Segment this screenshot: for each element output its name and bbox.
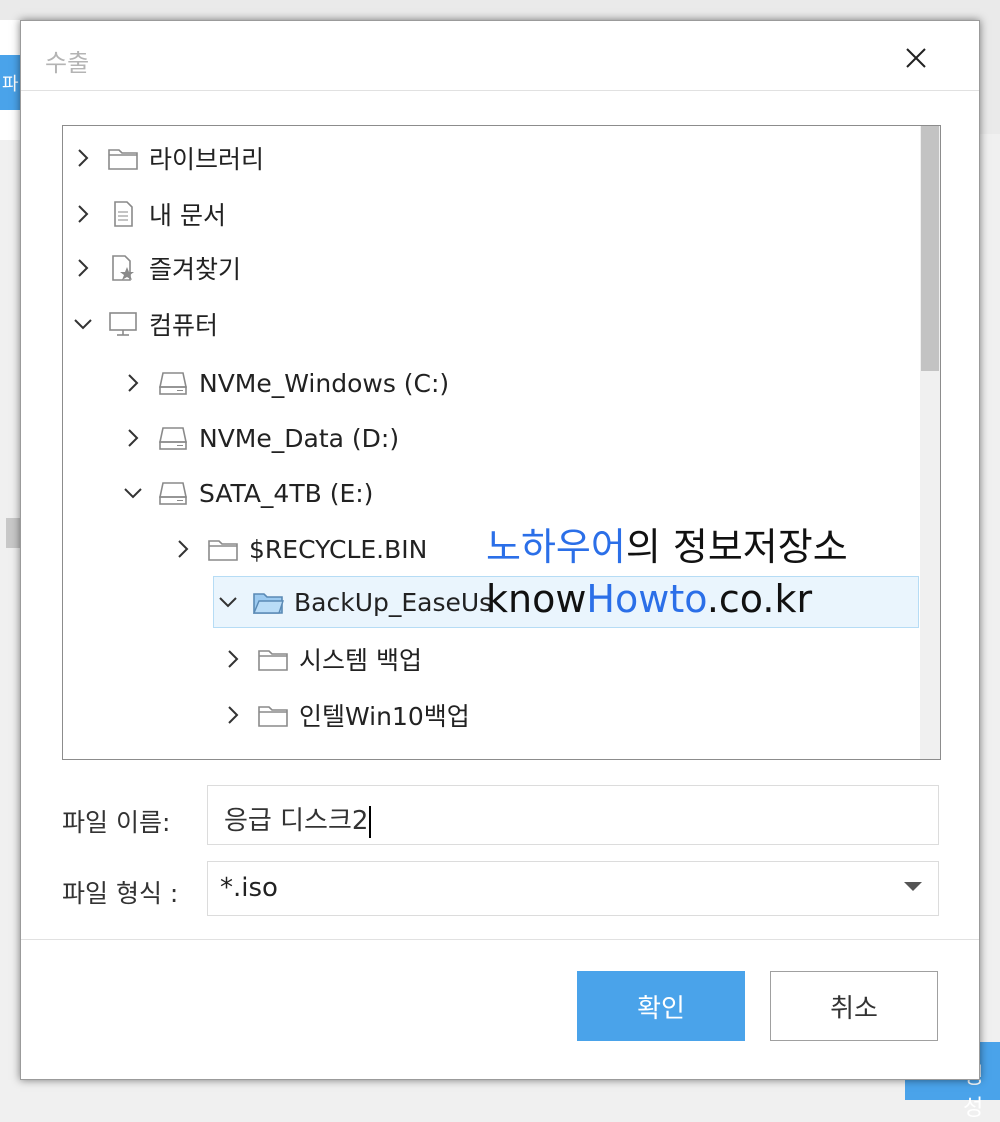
folder-tree[interactable]: 라이브러리내 문서즐겨찾기컴퓨터 NVMe_Windows (C:) NVMe_Da… (62, 125, 941, 760)
background-scroll-stub (6, 518, 20, 548)
watermark-line1-blue: 노하우어 (486, 525, 626, 569)
filename-input[interactable]: 응급 디스크2 (207, 785, 939, 845)
tree-item-label: 라이브러리 (149, 145, 265, 174)
drive-icon (155, 368, 191, 398)
filetype-value: *.iso (220, 873, 278, 903)
watermark-line1-rest: 의 정보저장소 (625, 525, 848, 569)
tree-item[interactable]: 라이브러리 (69, 132, 264, 184)
filename-value: 응급 디스크2 (224, 806, 369, 836)
tree-item-label: 인텔Win10백업 (299, 702, 470, 731)
tree-item[interactable]: 컴퓨터 (69, 298, 218, 350)
chevron-right-icon[interactable] (69, 254, 97, 282)
ok-button[interactable]: 확인 (577, 971, 745, 1041)
tree-item-label: 시스템 백업 (299, 646, 422, 675)
filetype-label: 파일 형식 : (62, 879, 179, 908)
cancel-button[interactable]: 취소 (770, 971, 938, 1041)
tree-item-label: NVMe_Data (D:) (199, 423, 400, 453)
folder-icon (105, 143, 141, 173)
chevron-right-icon[interactable] (219, 645, 247, 673)
folder-icon (205, 534, 241, 564)
favorites-icon (105, 253, 141, 283)
tree-item-label: 즐겨찾기 (149, 255, 242, 284)
tree-item[interactable]: 즐겨찾기 (69, 242, 241, 294)
chevron-down-icon[interactable] (119, 479, 147, 507)
filename-label: 파일 이름: (62, 808, 171, 837)
close-button[interactable] (901, 43, 931, 73)
chevron-right-icon[interactable] (219, 701, 247, 729)
chevron-right-icon[interactable] (69, 200, 97, 228)
folder-icon (255, 644, 291, 674)
tree-item[interactable]: 인텔Win10백업 (219, 689, 470, 741)
tree-item[interactable]: SATA_4TB (E:) (119, 467, 373, 519)
tree-item-label: 내 문서 (149, 201, 226, 230)
document-icon (105, 199, 141, 229)
chevron-right-icon[interactable] (169, 535, 197, 563)
dropdown-arrow-icon (904, 882, 922, 891)
scroll-thumb[interactable] (921, 126, 939, 371)
text-caret (369, 805, 372, 838)
background-tab-label: 파 (2, 74, 19, 95)
chevron-down-icon[interactable] (69, 310, 97, 338)
close-icon (906, 48, 926, 68)
drive-icon (155, 423, 191, 453)
tree-item-label: $RECYCLE.BIN (249, 534, 428, 564)
tree-item-label: NVMe_Windows (C:) (199, 368, 450, 398)
folder-icon (255, 700, 291, 730)
watermark-line2-post: .co.kr (706, 577, 813, 621)
tree-item[interactable]: NVMe_Data (D:) (119, 412, 399, 464)
chevron-right-icon[interactable] (119, 369, 147, 397)
watermark-text: 노하우어의 정보저장소 knowHowto.co.kr (486, 521, 848, 625)
chevron-right-icon[interactable] (69, 144, 97, 172)
computer-icon (105, 309, 141, 339)
folder-open-icon (250, 587, 286, 617)
tree-scrollbar[interactable] (920, 126, 940, 759)
dialog-title: 수출 (45, 49, 90, 77)
filetype-select[interactable]: *.iso (207, 861, 939, 916)
tree-item[interactable]: NVMe_Windows (C:) (119, 357, 449, 409)
export-dialog: 수출 라이브러리내 문서즐겨찾기컴퓨터 NVMe_Windows (C:) NVMe… (20, 20, 980, 1080)
title-divider (21, 90, 979, 91)
watermark-line2-blue: Howto (586, 577, 707, 621)
tree-item[interactable]: $RECYCLE.BIN (169, 523, 427, 575)
drive-icon (155, 478, 191, 508)
watermark-line2-pre: know (486, 577, 587, 621)
tree-item-label: 컴퓨터 (149, 311, 219, 340)
chevron-down-icon[interactable] (214, 588, 242, 616)
footer-divider (21, 939, 979, 940)
tree-item[interactable]: 내 문서 (69, 188, 226, 240)
tree-item-label: BackUp_EaseUs (294, 587, 493, 617)
tree-item-label: SATA_4TB (E:) (199, 478, 374, 508)
chevron-right-icon[interactable] (119, 424, 147, 452)
tree-item[interactable]: 시스템 백업 (219, 633, 422, 685)
